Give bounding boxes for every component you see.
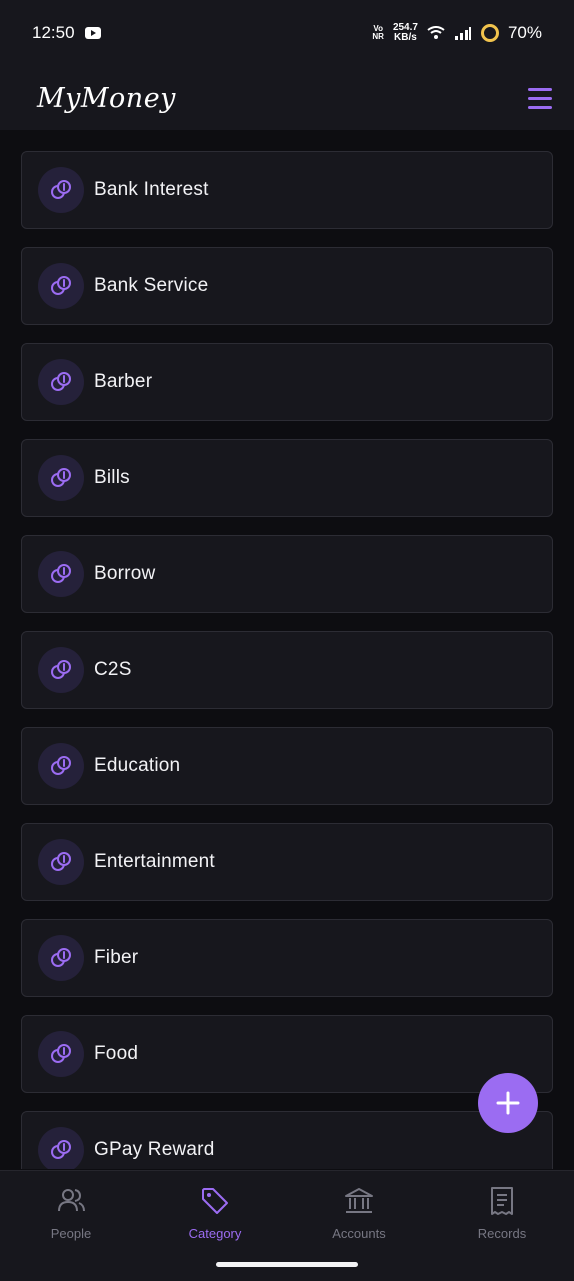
people-icon [58, 1189, 85, 1212]
category-item[interactable]: Barber [21, 343, 553, 421]
coins-icon [38, 935, 84, 981]
coins-icon [38, 743, 84, 789]
nav-category[interactable]: Category [165, 1185, 265, 1241]
add-category-button[interactable] [478, 1073, 538, 1133]
category-item[interactable]: Borrow [21, 535, 553, 613]
category-label: Education [94, 755, 181, 776]
category-label: Barber [94, 371, 153, 392]
category-item[interactable]: Bank Interest [21, 151, 553, 229]
nav-accounts[interactable]: Accounts [309, 1185, 409, 1241]
status-bar: 12:50 Vo NR 254.7 KB/s 70% [0, 0, 574, 66]
nav-label: Accounts [332, 1226, 386, 1241]
category-item[interactable]: GPay Reward [21, 1111, 553, 1169]
category-label: Bank Service [94, 275, 209, 296]
plus-icon [496, 1091, 520, 1115]
signal-icon [454, 27, 471, 40]
category-item[interactable]: Food [21, 1015, 553, 1093]
status-right: Vo NR 254.7 KB/s 70% [372, 23, 542, 43]
nav-people[interactable]: People [21, 1185, 121, 1241]
coins-icon [38, 551, 84, 597]
category-label: Bills [94, 467, 130, 488]
category-label: Fiber [94, 947, 139, 968]
bank-icon [345, 1188, 373, 1213]
battery-saver-icon [480, 24, 499, 42]
coins-icon [38, 167, 84, 213]
battery-level: 70% [507, 23, 542, 42]
receipt-icon [491, 1187, 513, 1215]
category-item[interactable]: Bank Service [21, 247, 553, 325]
youtube-icon [84, 27, 101, 39]
category-item[interactable]: Bills [21, 439, 553, 517]
volte-indicator: Vo NR [372, 24, 384, 41]
category-label: C2S [94, 659, 132, 680]
category-label: Food [94, 1043, 139, 1064]
category-list: Bank Interest Bank Service Barber Bills Borr… [21, 151, 553, 1169]
coins-icon [38, 359, 84, 405]
network-speed: 254.7 KB/s [392, 22, 418, 43]
app-logo: MyMoney [37, 82, 176, 114]
menu-icon[interactable] [528, 87, 552, 109]
clock: 12:50 [32, 23, 75, 42]
home-indicator[interactable] [216, 1262, 358, 1267]
app-header: MyMoney [0, 66, 574, 130]
coins-icon [38, 1031, 84, 1077]
category-item[interactable]: Entertainment [21, 823, 553, 901]
coins-icon [38, 263, 84, 309]
nav-label: People [50, 1226, 92, 1241]
category-label: Bank Interest [94, 179, 209, 200]
category-item[interactable]: Fiber [21, 919, 553, 997]
category-label: GPay Reward [94, 1139, 215, 1160]
nav-label: Records [477, 1226, 527, 1241]
category-item[interactable]: C2S [21, 631, 553, 709]
category-item[interactable]: Education [21, 727, 553, 805]
status-left: 12:50 [32, 23, 101, 43]
coins-icon [38, 839, 84, 885]
category-label: Borrow [94, 563, 156, 584]
nav-label: Category [188, 1226, 242, 1241]
coins-icon [38, 455, 84, 501]
wifi-icon [427, 26, 445, 39]
category-label: Entertainment [94, 851, 215, 872]
nav-records[interactable]: Records [452, 1185, 552, 1241]
coins-icon [38, 647, 84, 693]
tag-icon [202, 1188, 228, 1214]
coins-icon [38, 1127, 84, 1169]
